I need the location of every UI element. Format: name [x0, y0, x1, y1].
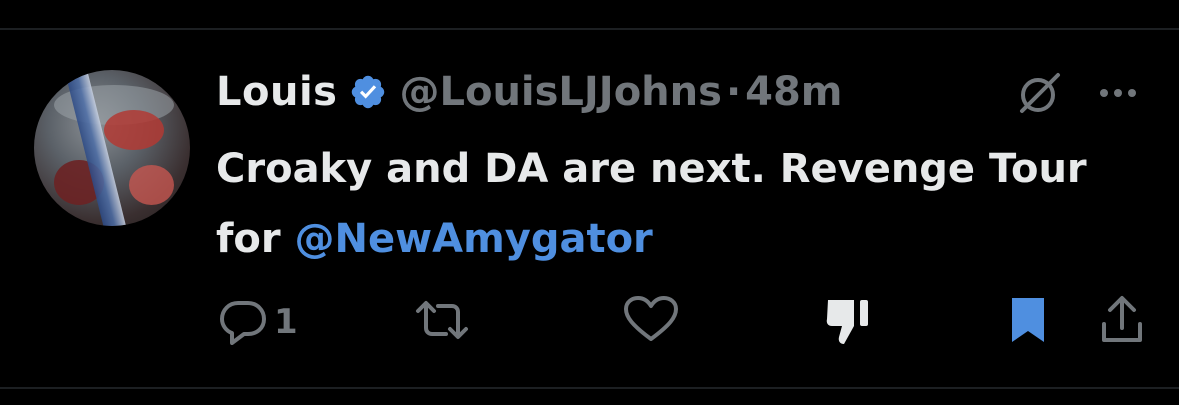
retweet-button[interactable]	[412, 290, 472, 354]
action-bar: 1	[0, 290, 1179, 360]
reply-icon	[218, 295, 268, 349]
verified-badge-icon	[349, 73, 387, 111]
grok-icon[interactable]	[1014, 68, 1064, 118]
author-name[interactable]: Louis	[216, 69, 337, 115]
bookmark-button[interactable]	[1006, 290, 1050, 354]
like-button[interactable]	[622, 290, 680, 354]
top-divider	[0, 28, 1179, 30]
reply-count: 1	[274, 302, 298, 342]
mention-link[interactable]: @NewAmygator	[295, 216, 653, 262]
share-icon	[1098, 292, 1146, 352]
reply-button[interactable]: 1	[218, 290, 298, 354]
avatar[interactable]	[34, 70, 190, 226]
author-handle[interactable]: @LouisLJJohns	[399, 69, 721, 115]
bookmark-icon	[1006, 292, 1050, 352]
avatar-figure	[104, 110, 164, 150]
retweet-icon	[412, 295, 472, 349]
heart-icon	[622, 295, 680, 349]
share-button[interactable]	[1098, 290, 1146, 354]
more-icon[interactable]	[1098, 84, 1138, 97]
tweet-timestamp[interactable]: 48m	[745, 69, 842, 115]
dislike-button[interactable]	[822, 290, 880, 354]
tweet-header: Louis @LouisLJJohns · 48m	[216, 64, 842, 120]
avatar-figure	[129, 165, 174, 205]
tweet-text: Croaky and DA are next. Revenge Tour for…	[216, 134, 1156, 274]
separator-dot: ·	[725, 69, 742, 115]
thumbs-down-icon	[822, 292, 880, 352]
bottom-divider	[0, 387, 1179, 389]
